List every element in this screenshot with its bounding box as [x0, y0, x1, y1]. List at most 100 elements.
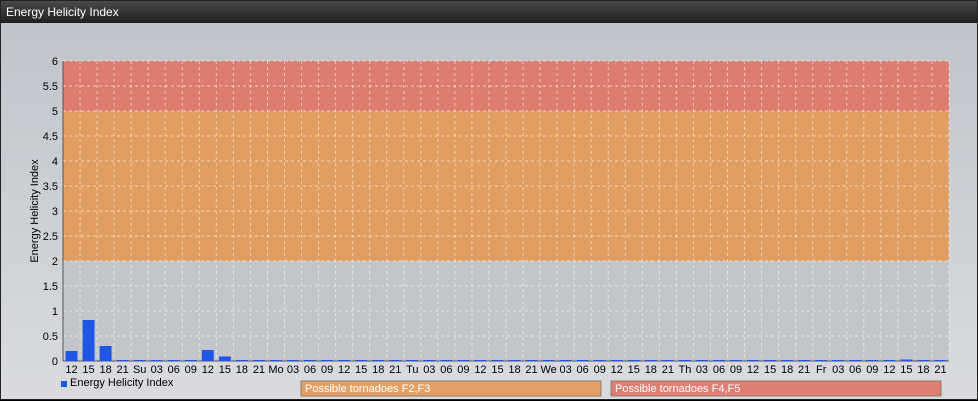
- y-tick-label: 1.5: [43, 281, 58, 293]
- bar: [321, 360, 334, 361]
- x-tick-label: 18: [99, 364, 111, 376]
- y-tick-label: 5: [52, 106, 58, 118]
- bar: [661, 360, 674, 361]
- x-tick-label: 21: [934, 364, 946, 376]
- bar: [695, 360, 708, 361]
- bar: [883, 360, 896, 361]
- bar: [644, 360, 657, 361]
- x-tick-label: 03: [423, 364, 435, 376]
- x-tick-label: 09: [594, 364, 606, 376]
- x-tick-label: Fr: [816, 364, 827, 376]
- bar: [423, 360, 436, 361]
- x-tick-label: 12: [747, 364, 759, 376]
- bar: [815, 360, 828, 361]
- y-tick-label: 6: [52, 56, 58, 68]
- y-tick-label: 5.5: [43, 81, 58, 93]
- bar: [713, 360, 725, 361]
- y-tick-label: 3.5: [43, 181, 58, 193]
- bar: [218, 356, 231, 361]
- bar: [542, 360, 555, 361]
- legend-marker: [61, 381, 67, 387]
- x-tick-label: 03: [151, 364, 163, 376]
- x-tick-label: 09: [185, 364, 197, 376]
- bar: [372, 360, 385, 361]
- x-tick-label: 09: [730, 364, 742, 376]
- x-tick-label: 12: [65, 364, 77, 376]
- x-tick-label: Th: [678, 364, 691, 376]
- band-legend-label: Possible tornadoes F4,F5: [615, 383, 740, 395]
- x-tick-label: 18: [508, 364, 520, 376]
- x-tick-label: 12: [474, 364, 486, 376]
- x-tick-label: 09: [457, 364, 469, 376]
- band-legend-label: Possible tornadoes F2,F3: [305, 383, 430, 395]
- y-tick-label: 1: [52, 306, 58, 318]
- x-tick-label: 18: [781, 364, 793, 376]
- bar: [610, 360, 623, 361]
- bar: [235, 360, 248, 361]
- x-tick-label: 15: [628, 364, 640, 376]
- bar: [167, 360, 180, 361]
- y-tick-label: 4.5: [43, 131, 58, 143]
- bar: [201, 350, 214, 361]
- x-tick-label: 21: [253, 364, 265, 376]
- x-tick-label: 06: [713, 364, 725, 376]
- bar: [747, 360, 760, 361]
- y-tick-label: 3: [52, 206, 58, 218]
- bar: [491, 360, 504, 361]
- bar: [900, 359, 913, 361]
- bar: [82, 320, 95, 361]
- x-tick-label: 09: [866, 364, 878, 376]
- energy-helicity-chart: 0 0.5 1 1.5 2 2.5 3 3.5 4 4.5 5 5.5 6 Energy Helicity…: [29, 56, 950, 397]
- bar: [457, 360, 470, 361]
- x-tick-label: 18: [236, 364, 248, 376]
- bar: [338, 360, 351, 361]
- x-tick-label: 03: [287, 364, 299, 376]
- bar: [355, 360, 368, 361]
- bar: [65, 351, 78, 361]
- y-tick-label: 0.5: [43, 331, 58, 343]
- x-tick-label: 06: [849, 364, 861, 376]
- bar: [508, 360, 521, 361]
- x-tick-label: 06: [168, 364, 180, 376]
- x-tick-label: 03: [696, 364, 708, 376]
- y-tick-label: 4: [52, 156, 58, 168]
- bar: [849, 360, 862, 361]
- x-tick-label: 15: [900, 364, 912, 376]
- x-tick-label: 15: [355, 364, 367, 376]
- x-tick-label: 21: [389, 364, 401, 376]
- bar: [593, 360, 606, 361]
- bar: [150, 360, 163, 361]
- bar: [287, 360, 299, 361]
- x-tick-label: 21: [117, 364, 129, 376]
- x-tick-label: 21: [662, 364, 674, 376]
- bar: [917, 360, 930, 361]
- legend-label: Energy Helicity Index: [70, 377, 174, 389]
- bar: [133, 360, 146, 361]
- x-tick-label: 18: [917, 364, 929, 376]
- x-tick-label: We: [540, 364, 556, 376]
- bar: [559, 360, 572, 361]
- x-tick-label: Tu: [406, 364, 418, 376]
- x-tick-label: 21: [525, 364, 537, 376]
- x-tick-label: 12: [338, 364, 350, 376]
- bar: [270, 360, 282, 361]
- bar: [832, 360, 845, 361]
- bar: [781, 360, 794, 361]
- bar: [440, 360, 453, 361]
- bar: [678, 360, 691, 361]
- bar: [730, 360, 742, 361]
- x-tick-label: 12: [611, 364, 623, 376]
- x-tick-label: 06: [440, 364, 452, 376]
- x-tick-label: 03: [832, 364, 844, 376]
- y-tick-label: 2.5: [43, 231, 58, 243]
- x-tick-label: 12: [202, 364, 214, 376]
- chart-window: Energy Helicity Index 0 0.5 1 1.5 2 2.5 3 3.5 4 4…: [0, 0, 978, 400]
- y-tick-label: 2: [52, 256, 58, 268]
- bar: [116, 360, 129, 361]
- x-tick-label: Mo: [268, 364, 283, 376]
- x-tick-label: 03: [560, 364, 572, 376]
- x-tick-label: Su: [133, 364, 146, 376]
- bar: [252, 360, 265, 361]
- bar: [99, 346, 112, 361]
- bar: [627, 360, 640, 361]
